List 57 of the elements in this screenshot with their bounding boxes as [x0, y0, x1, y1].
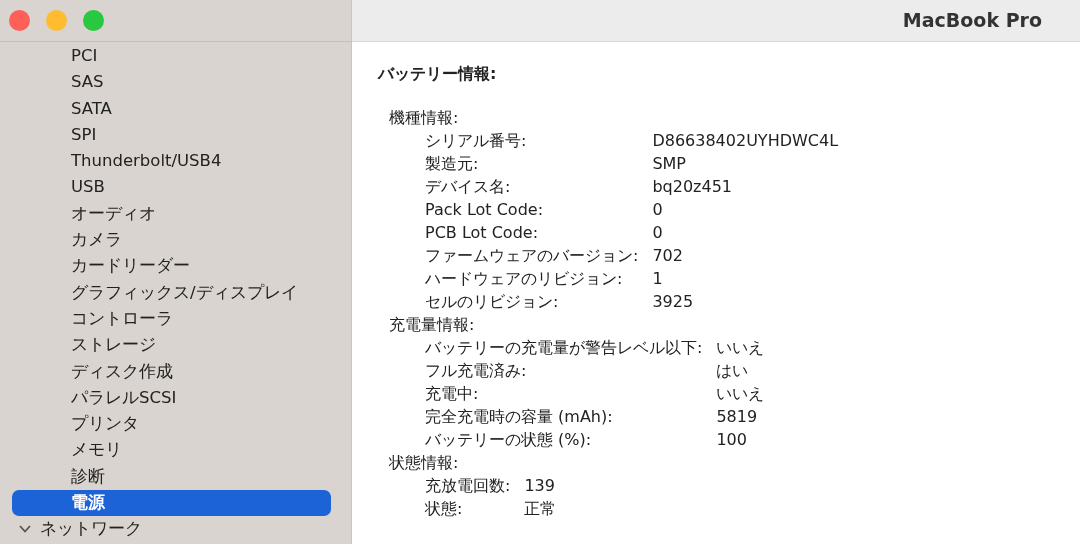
group-title: 充電量情報:	[388, 314, 476, 336]
sidebar-item[interactable]: カードリーダー	[12, 253, 331, 280]
property-label: 状態:	[425, 498, 464, 520]
sidebar-item[interactable]: ディスク作成	[12, 358, 331, 385]
sidebar-item[interactable]: プリンタ	[12, 411, 331, 438]
property-value: いいえ	[716, 337, 766, 359]
group-title: 機種情報:	[388, 107, 460, 129]
sidebar-item[interactable]: SATA	[12, 95, 331, 122]
property-value: はい	[716, 360, 750, 382]
zoom-button[interactable]	[83, 10, 104, 31]
property-value: 1	[652, 268, 664, 290]
property-label: 製造元:	[425, 153, 480, 175]
sidebar-item[interactable]: グラフィックス/ディスプレイ	[12, 279, 331, 306]
close-button[interactable]	[9, 10, 30, 31]
property-label: 充電中:	[425, 383, 480, 405]
sidebar-item[interactable]: USB	[12, 174, 331, 201]
property-label: ファームウェアのバージョン:	[425, 245, 639, 267]
property-label: 充放電回数:	[425, 475, 511, 497]
property-value: 0	[652, 222, 664, 244]
property-label: バッテリーの状態 (%):	[425, 429, 593, 451]
property-label: ハードウェアのリビジョン:	[425, 268, 624, 290]
property-label: セルのリビジョン:	[425, 291, 560, 313]
property-label: フル充電済み:	[425, 360, 528, 382]
sidebar-item[interactable]: PCI	[12, 43, 331, 70]
sidebar-item[interactable]: ストレージ	[12, 332, 331, 359]
sidebar-item[interactable]: SAS	[12, 69, 331, 96]
property-label: 完全充電時の容量 (mAh):	[425, 406, 614, 428]
property-label: デバイス名:	[425, 176, 512, 198]
sidebar-item[interactable]: メモリ	[12, 437, 331, 464]
property-value: 0	[652, 199, 664, 221]
property-value: いいえ	[716, 383, 766, 405]
sidebar-item[interactable]: パラレルSCSI	[12, 384, 331, 412]
property-value: 3925	[652, 291, 695, 313]
sidebar-item[interactable]: Thunderbolt/USB4	[12, 148, 331, 175]
property-value: 正常	[524, 498, 558, 520]
property-label: バッテリーの充電量が警告レベル以下:	[425, 337, 703, 359]
sidebar-item[interactable]: 診断	[12, 463, 331, 491]
property-value: 100	[716, 429, 748, 451]
property-value: SMP	[652, 153, 687, 175]
sidebar-item[interactable]: 電源	[12, 490, 331, 517]
sidebar-item[interactable]: SPI	[12, 121, 331, 149]
window-title: MacBook Pro	[902, 8, 1042, 34]
group-title: 状態情報:	[388, 452, 460, 474]
sidebar-group-label[interactable]: ネットワーク	[40, 516, 142, 543]
property-value: 5819	[716, 406, 759, 428]
minimize-button[interactable]	[46, 10, 67, 31]
sidebar-item[interactable]: コントローラ	[12, 305, 331, 333]
property-value: 139	[524, 475, 556, 497]
section-heading: バッテリー情報:	[378, 63, 498, 85]
property-label: PCB Lot Code:	[425, 222, 539, 244]
sidebar-item[interactable]: オーディオ	[12, 200, 331, 228]
property-value: bq20z451	[652, 176, 733, 198]
property-label: シリアル番号:	[425, 130, 528, 152]
property-value: 702	[652, 245, 684, 267]
property-label: Pack Lot Code:	[425, 199, 544, 221]
sidebar-item[interactable]: カメラ	[12, 227, 331, 254]
property-value: D86638402UYHDWC4L	[652, 130, 840, 152]
